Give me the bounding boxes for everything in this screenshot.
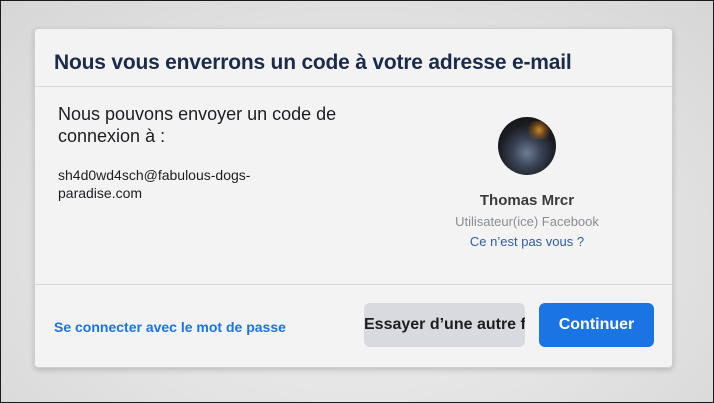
send-code-dialog: Nous vous enverrons un code à votre adre… xyxy=(34,28,673,368)
send-code-message: Nous pouvons envoyer un code de connexio… xyxy=(58,104,337,146)
dialog-title: Nous vous enverrons un code à votre adre… xyxy=(54,51,572,74)
header-divider xyxy=(35,86,672,87)
try-another-way-button[interactable]: Essayer d’une autre fa xyxy=(364,303,525,347)
profile-card: Thomas Mrcr Utilisateur(ice) Facebook Ce… xyxy=(425,117,629,249)
continue-button[interactable]: Continuer xyxy=(539,303,654,347)
footer-divider xyxy=(35,284,672,285)
profile-name: Thomas Mrcr xyxy=(479,192,575,209)
profile-role: Utilisateur(ice) Facebook xyxy=(455,214,599,229)
login-with-password-link[interactable]: Se connecter avec le mot de passe xyxy=(54,319,286,335)
try-another-way-label: Essayer d’une autre fa xyxy=(364,316,525,333)
avatar xyxy=(498,117,556,175)
email-address: sh4d0wd4sch@fabulous-dogs-paradise.com xyxy=(58,167,251,201)
not-you-link[interactable]: Ce n’est pas vous ? xyxy=(425,234,629,249)
